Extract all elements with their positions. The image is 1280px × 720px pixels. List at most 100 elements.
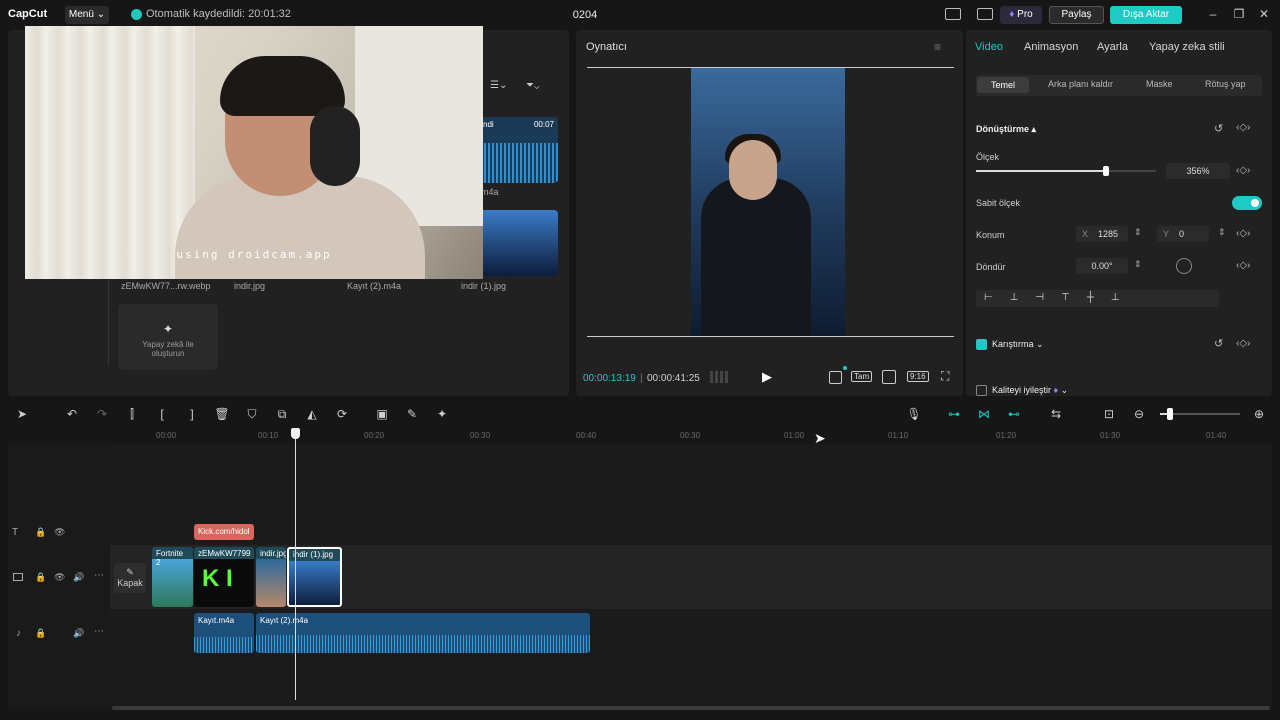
- scale-value[interactable]: 356%: [1166, 163, 1230, 179]
- sort-icon[interactable]: ☰⌄: [490, 80, 507, 91]
- cover-button[interactable]: ✎ Kapak: [114, 563, 146, 593]
- shortcut-icon[interactable]: [977, 8, 993, 20]
- subtab-mask[interactable]: Maske: [1146, 79, 1173, 89]
- layout-icon[interactable]: [945, 8, 961, 20]
- split-left-icon[interactable]: [: [154, 407, 170, 421]
- eye-icon[interactable]: 👁: [54, 527, 65, 538]
- stepper-icon[interactable]: ⇕: [1218, 227, 1226, 238]
- more-icon[interactable]: ⋯: [94, 570, 104, 581]
- uniform-scale-toggle[interactable]: [1232, 196, 1262, 210]
- tiktok-icon[interactable]: [829, 371, 842, 384]
- microphone-icon[interactable]: 🎙: [906, 407, 922, 421]
- playhead-handle[interactable]: [291, 428, 300, 439]
- position-x-field[interactable]: X 1285: [1076, 226, 1128, 242]
- uniform-scale-label: Sabit ölçek: [976, 198, 1021, 208]
- eye-icon[interactable]: 👁: [54, 572, 65, 583]
- diamond-icon: ♦: [1009, 9, 1015, 20]
- player-menu-icon[interactable]: ≡: [934, 40, 941, 54]
- scale-slider-handle[interactable]: [1102, 166, 1109, 176]
- magic-icon[interactable]: ✎: [404, 407, 420, 421]
- magnet-icon[interactable]: ⋈: [976, 407, 992, 421]
- position-y-field[interactable]: Y 0: [1157, 226, 1209, 242]
- ratio-button[interactable]: 9:16: [907, 371, 929, 382]
- stepper-icon[interactable]: ⇕: [1134, 259, 1142, 270]
- screenshot-icon[interactable]: [882, 370, 896, 384]
- audio-clip[interactable]: Kayıt.m4a: [194, 613, 254, 653]
- split-right-icon[interactable]: ]: [184, 407, 200, 421]
- media-label: indir.jpg: [234, 281, 266, 291]
- export-button[interactable]: Dışa Aktar: [1110, 6, 1182, 24]
- keyframe-icon[interactable]: ‹◇›: [1236, 165, 1250, 176]
- audio-clip[interactable]: Kayıt (2).m4a: [256, 613, 590, 653]
- text-clip[interactable]: Kick.com/hidol: [194, 524, 254, 540]
- audio-icon[interactable]: 🔊: [73, 572, 84, 583]
- rotate-dial[interactable]: [1176, 258, 1192, 274]
- reset-icon[interactable]: ↺: [1214, 337, 1223, 350]
- keyframe-icon[interactable]: ‹◇›: [1236, 260, 1250, 271]
- ruler-tick: 01:20: [996, 431, 1017, 440]
- ai-effect-icon[interactable]: ✦: [434, 407, 450, 421]
- zoom-in-icon[interactable]: ⊕: [1251, 407, 1267, 421]
- subtab-retouch[interactable]: Rötuş yap: [1205, 79, 1246, 89]
- split-icon[interactable]: ⫿: [124, 407, 140, 422]
- video-frame: [691, 68, 845, 336]
- keyframe-icon[interactable]: ‹◇›: [1236, 122, 1250, 133]
- rotate-icon[interactable]: ⟳: [334, 407, 350, 421]
- audio-icon[interactable]: 🔊: [73, 628, 84, 639]
- keyframe-icon[interactable]: ‹◇›: [1236, 228, 1250, 239]
- blend-checkbox[interactable]: [976, 339, 987, 350]
- more-icon[interactable]: ⋯: [94, 626, 104, 637]
- preview-axis-icon[interactable]: ⇆: [1048, 407, 1064, 421]
- keyframe-icon[interactable]: ‹◇›: [1236, 338, 1250, 349]
- time-separator: |: [640, 373, 643, 384]
- playhead[interactable]: [295, 430, 296, 700]
- crop-icon[interactable]: ⧉: [274, 407, 290, 422]
- undo-icon[interactable]: ↶: [64, 407, 80, 421]
- ruler-tick: 00:30: [680, 431, 701, 440]
- pro-button[interactable]: ♦ Pro: [1000, 6, 1042, 24]
- zoom-handle[interactable]: [1167, 408, 1173, 420]
- tab-adjust[interactable]: Ayarla: [1097, 41, 1128, 53]
- filter-icon[interactable]: ⏷⌄: [526, 80, 539, 91]
- video-clip[interactable]: zEMwKW7799 K I: [194, 547, 254, 607]
- video-clip[interactable]: indir.jpg: [256, 547, 286, 607]
- reset-icon[interactable]: ↺: [1214, 122, 1223, 135]
- image-thumb[interactable]: [480, 210, 558, 276]
- share-button[interactable]: Paylaş: [1049, 6, 1104, 24]
- minimize-icon[interactable]: –: [1206, 7, 1220, 21]
- lock-icon[interactable]: 🔒: [35, 572, 46, 583]
- redo-icon[interactable]: ↷: [94, 407, 110, 421]
- play-icon[interactable]: ▶: [762, 369, 772, 385]
- link-icon[interactable]: ⊷: [1006, 407, 1022, 421]
- ruler-tick: 01:10: [888, 431, 909, 440]
- marker-icon[interactable]: ⛉: [244, 407, 260, 422]
- full-quality-button[interactable]: Tam: [851, 371, 873, 382]
- hd-icon[interactable]: ▣: [374, 407, 390, 421]
- delete-icon[interactable]: 🗑: [214, 407, 230, 421]
- stepper-icon[interactable]: ⇕: [1134, 227, 1142, 238]
- subtab-basic[interactable]: Temel: [977, 77, 1030, 93]
- fit-icon[interactable]: ⊡: [1101, 407, 1117, 421]
- lock-icon[interactable]: 🔒: [35, 628, 46, 639]
- timecode-icon[interactable]: [710, 371, 728, 383]
- fullscreen-icon[interactable]: ⛶: [941, 369, 949, 384]
- mirror-icon[interactable]: ◭: [304, 407, 320, 421]
- link-main-icon[interactable]: ⊶: [946, 407, 962, 421]
- rotate-value[interactable]: 0.00°: [1076, 258, 1128, 274]
- select-tool-icon[interactable]: ➤: [14, 407, 30, 421]
- ai-generate-card[interactable]: ✦ Yapay zekâ ile oluşturun: [118, 304, 218, 370]
- tab-ai-style[interactable]: Yapay zeka stili: [1149, 41, 1225, 53]
- video-clip[interactable]: Fortnite 2: [152, 547, 193, 607]
- enhance-checkbox[interactable]: [976, 385, 987, 396]
- timeline-scrollbar[interactable]: [112, 706, 1270, 710]
- tab-video[interactable]: Video: [975, 41, 1003, 53]
- tab-animation[interactable]: Animasyon: [1024, 41, 1078, 53]
- restore-icon[interactable]: ❐: [1232, 7, 1246, 21]
- align-icons[interactable]: ⊢⊥⊣⊤┼⊥: [984, 292, 1137, 303]
- webcam-watermark: using droidcam.app: [176, 248, 332, 261]
- audio-thumb[interactable]: ndi 00:07: [480, 117, 558, 183]
- subtab-remove-bg[interactable]: Arka planı kaldır: [1048, 79, 1113, 89]
- lock-icon[interactable]: 🔒: [35, 527, 46, 538]
- zoom-out-icon[interactable]: ⊖: [1131, 407, 1147, 421]
- close-icon[interactable]: ✕: [1257, 7, 1271, 21]
